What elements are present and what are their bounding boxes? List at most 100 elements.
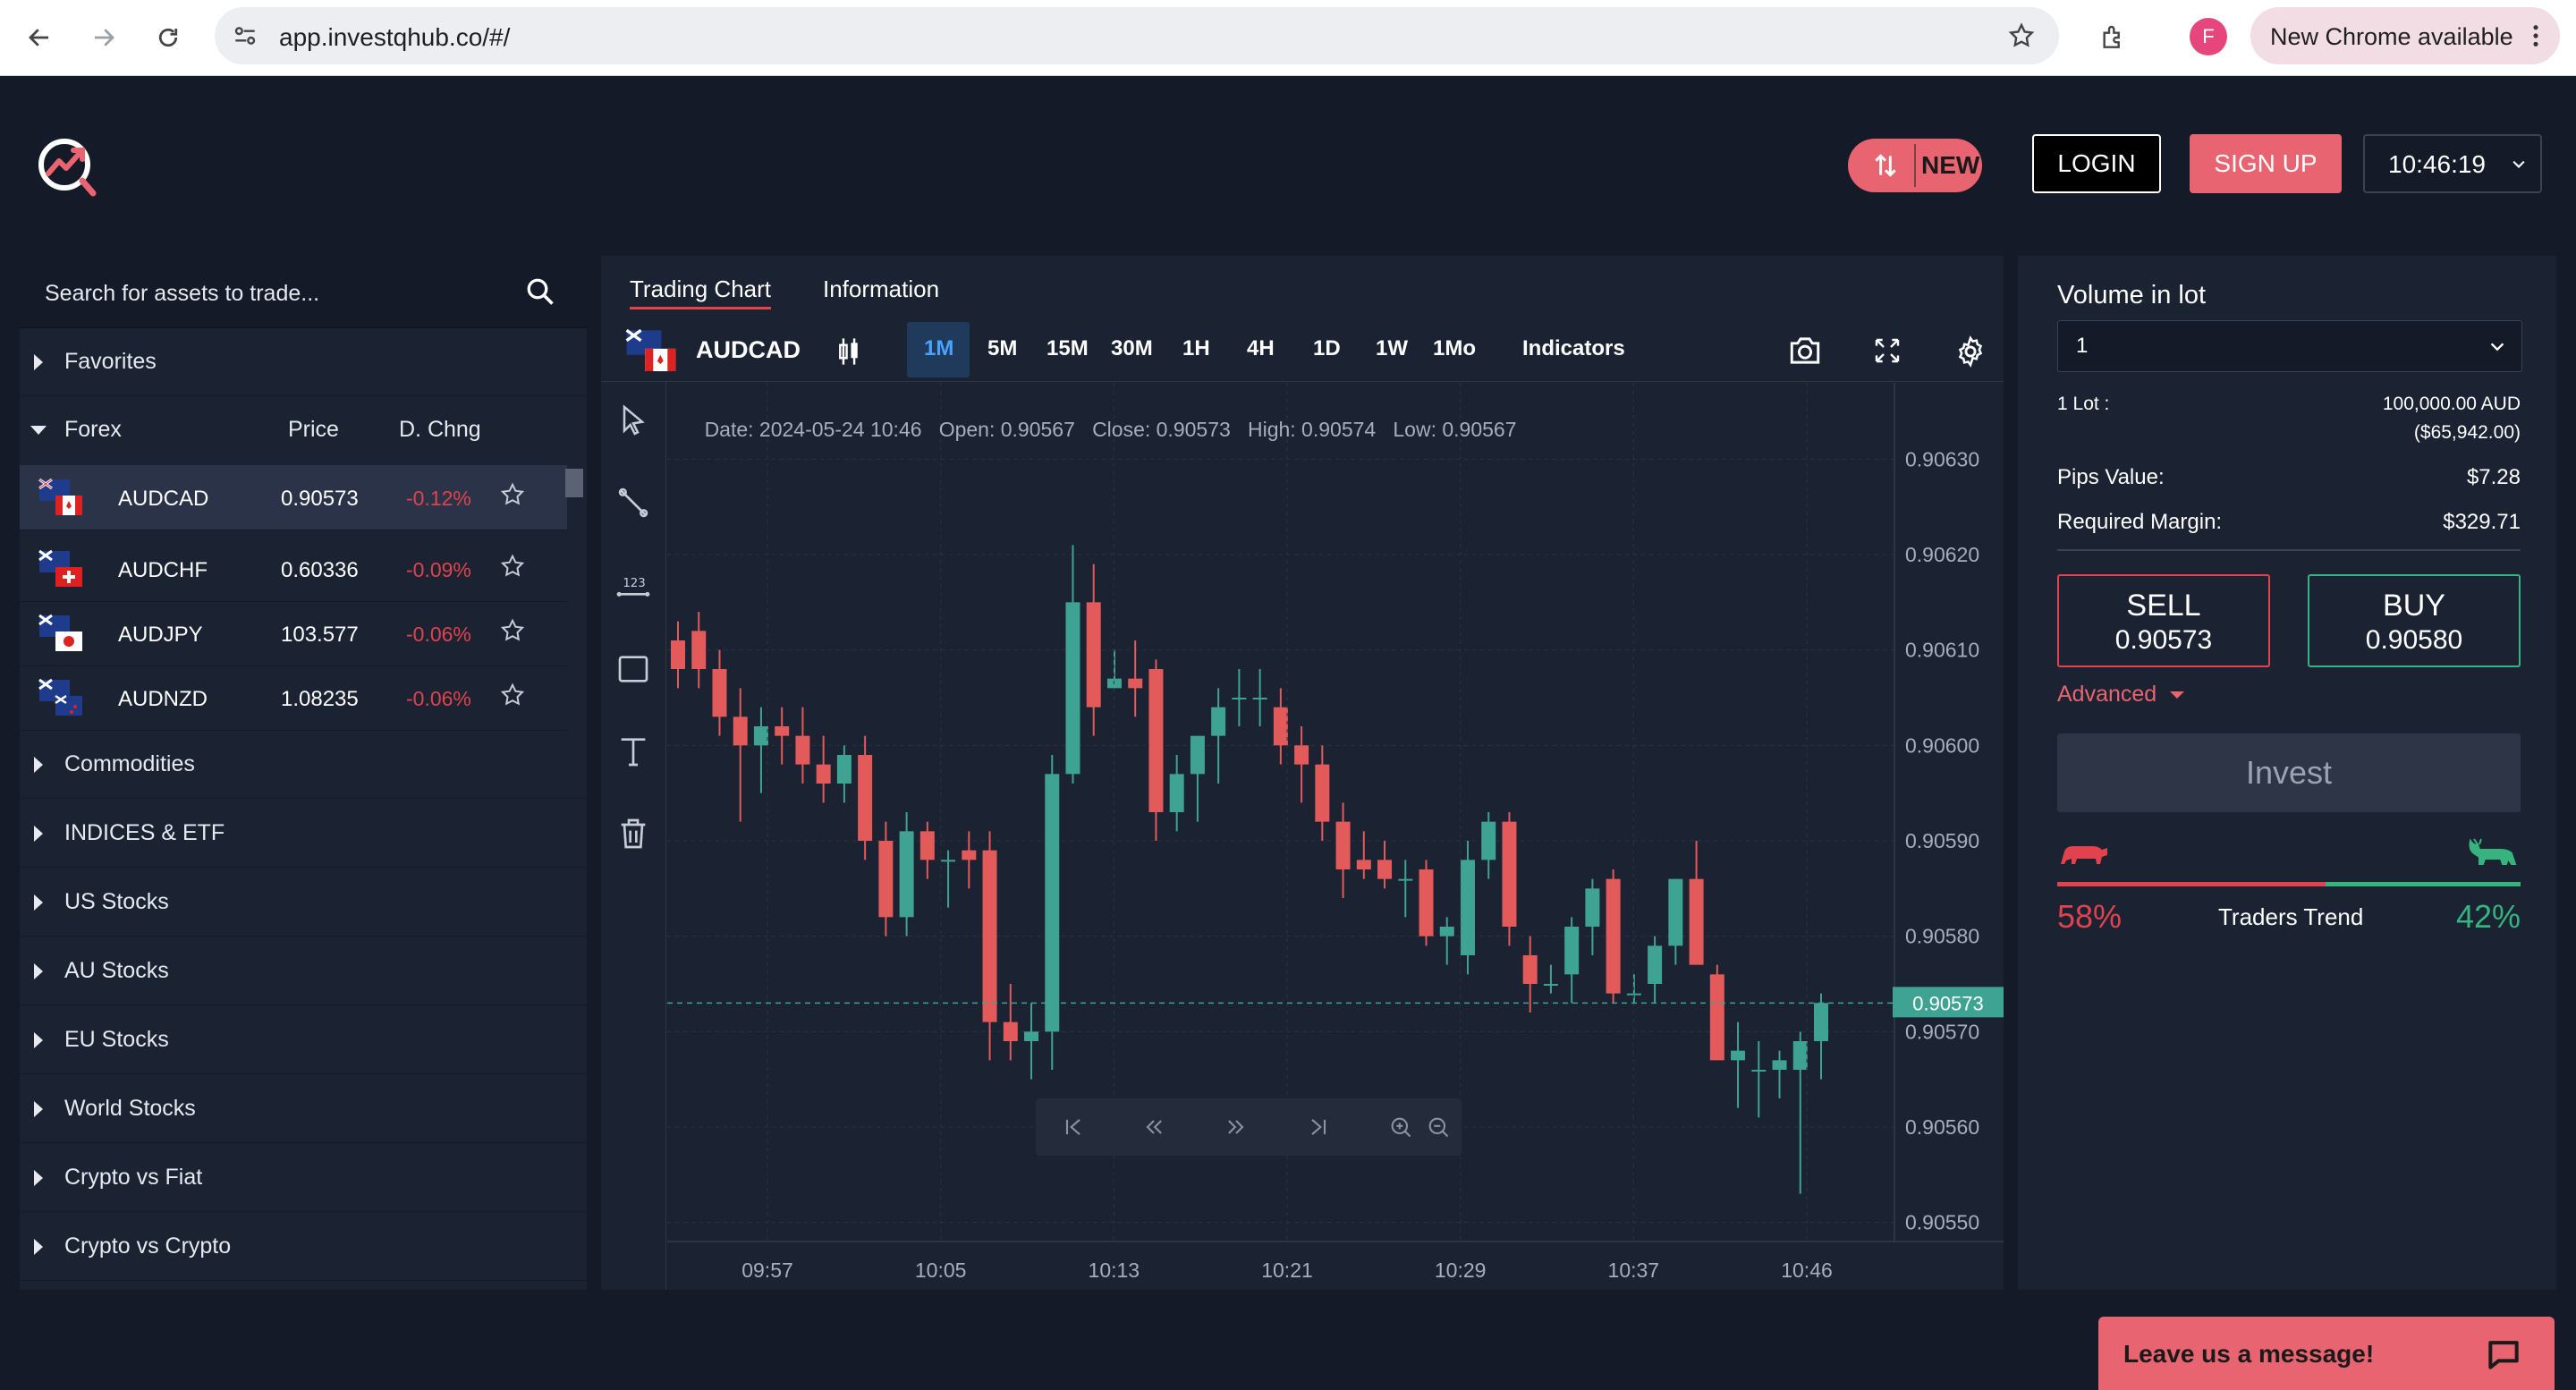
divider <box>2057 549 2521 551</box>
trash-icon[interactable] <box>615 816 651 852</box>
signup-button[interactable]: SIGN UP <box>2190 134 2342 193</box>
favorite-star-icon[interactable] <box>499 481 526 508</box>
sell-percent: 58% <box>2057 898 2123 935</box>
bear-icon <box>2061 846 2107 864</box>
volume-value: 1 <box>2076 334 2089 358</box>
current-price-label: 0.90573 <box>1912 992 1984 1014</box>
asset-search[interactable]: Search for assets to trade... <box>20 256 587 328</box>
cursor-pointer-icon[interactable] <box>615 403 651 438</box>
address-bar[interactable]: app.investqhub.co/#/ <box>215 7 2059 64</box>
asset-row-audcad[interactable]: AUDCAD 0.90573 -0.12% <box>20 465 567 530</box>
zoom-in-icon[interactable] <box>1388 1115 1413 1140</box>
clock-dropdown[interactable]: 10:46:19 <box>2363 134 2542 193</box>
x-tick-label: 09:57 <box>741 1259 793 1282</box>
timeframe-5m[interactable]: 5M <box>987 336 1017 361</box>
category-label: Favorites <box>64 349 157 374</box>
scrollbar[interactable] <box>565 469 583 497</box>
candle-body <box>1211 707 1226 736</box>
candle-body <box>1481 821 1496 860</box>
rectangle-tool-icon[interactable] <box>615 651 651 687</box>
scroll-right-icon[interactable] <box>1224 1115 1249 1140</box>
invest-button[interactable]: Invest <box>2057 733 2521 812</box>
drawing-tools: 123 <box>601 381 666 1290</box>
candle-body <box>1335 821 1351 869</box>
chat-widget[interactable]: Leave us a message! <box>2098 1317 2555 1390</box>
category-us-stocks[interactable]: US Stocks <box>20 868 587 937</box>
fullscreen-icon[interactable] <box>1873 336 1902 365</box>
favorite-star-icon[interactable] <box>499 553 526 580</box>
indicators-button[interactable]: Indicators <box>1522 336 1625 361</box>
category-indices-etf[interactable]: INDICES & ETF <box>20 799 587 868</box>
timeframe-4h[interactable]: 4H <box>1247 336 1275 361</box>
zoom-out-icon[interactable] <box>1426 1115 1451 1140</box>
price-label-icon[interactable]: 123 <box>615 569 651 605</box>
tab-trading-chart[interactable]: Trading Chart <box>630 275 771 309</box>
chart-symbol[interactable]: AUDCAD <box>696 336 801 364</box>
timeframe-1h[interactable]: 1H <box>1182 336 1210 361</box>
profile-avatar[interactable]: F <box>2190 18 2227 55</box>
category-crypto-vs-crypto[interactable]: Crypto vs Crypto <box>20 1212 587 1281</box>
ohlc-date: Date: 2024-05-24 10:46 <box>704 418 922 441</box>
tab-information[interactable]: Information <box>823 275 939 303</box>
advanced-toggle[interactable]: Advanced <box>2057 682 2186 708</box>
sell-button[interactable]: SELL 0.90573 <box>2057 574 2270 667</box>
candle-body <box>816 764 831 784</box>
buy-button[interactable]: BUY 0.90580 <box>2308 574 2521 667</box>
lot-label: 1 Lot : <box>2057 394 2110 414</box>
traders-trend-sell-bar <box>2057 882 2326 886</box>
timeframe-30m[interactable]: 30M <box>1111 336 1153 361</box>
camera-icon[interactable] <box>1787 335 1823 367</box>
new-chrome-available-button[interactable]: New Chrome available <box>2250 7 2560 64</box>
text-tool-icon[interactable] <box>615 733 651 769</box>
column-price: Price <box>288 417 339 442</box>
timeframe-1m[interactable]: 1M <box>924 336 953 361</box>
category-crypto-vs-fiat[interactable]: Crypto vs Fiat <box>20 1143 587 1212</box>
lot-value-usd: ($65,942.00) <box>2413 422 2521 443</box>
category-world-stocks[interactable]: World Stocks <box>20 1074 587 1143</box>
asset-row-audchf[interactable]: AUDCHF 0.60336 -0.09% <box>20 537 567 602</box>
go-to-end-icon[interactable] <box>1306 1115 1331 1140</box>
timeframe-1w[interactable]: 1W <box>1376 336 1408 361</box>
candlestick-type-icon[interactable] <box>835 336 862 367</box>
favorite-star-icon[interactable] <box>499 682 526 708</box>
go-to-start-icon[interactable] <box>1061 1115 1086 1140</box>
sell-price: 0.90573 <box>2114 625 2213 655</box>
asset-row-audjpy[interactable]: AUDJPY 103.577 -0.06% <box>20 601 567 666</box>
y-tick-label: 0.90600 <box>1905 733 1979 757</box>
candle-body <box>1232 698 1247 699</box>
timeframe-1d[interactable]: 1D <box>1313 336 1341 361</box>
candle-body <box>1065 602 1080 775</box>
candle-body <box>753 726 768 746</box>
category-forex[interactable]: Forex Price D. Chng <box>20 395 587 463</box>
candle-body <box>1709 974 1724 1061</box>
settings-gear-icon[interactable] <box>1953 335 1987 369</box>
category-favorites[interactable]: Favorites <box>20 327 587 396</box>
candle-body <box>899 831 914 918</box>
y-tick-label: 0.90630 <box>1905 447 1979 470</box>
extensions-icon[interactable] <box>2091 16 2134 59</box>
login-button[interactable]: LOGIN <box>2032 134 2161 193</box>
investqhub-logo-icon[interactable] <box>36 134 98 205</box>
forward-icon[interactable] <box>82 16 125 59</box>
site-info-icon[interactable] <box>231 21 259 55</box>
bookmark-star-icon[interactable] <box>2007 21 2036 55</box>
trend-line-icon[interactable] <box>615 485 651 521</box>
asset-row-audnzd[interactable]: AUDNZD 1.08235 -0.06% <box>20 665 567 731</box>
category-commodities[interactable]: Commodities <box>20 730 587 799</box>
timeframe-15m[interactable]: 15M <box>1046 336 1089 361</box>
candle-body <box>1356 860 1371 869</box>
more-menu-icon <box>2533 25 2538 47</box>
reload-icon[interactable] <box>147 16 190 59</box>
buy-label: BUY <box>2383 589 2445 623</box>
favorite-star-icon[interactable] <box>499 617 526 644</box>
timeframe-1mo[interactable]: 1Mo <box>1433 336 1476 361</box>
scroll-left-icon[interactable] <box>1141 1115 1166 1140</box>
search-input[interactable]: Search for assets to trade... <box>45 281 319 307</box>
volume-select[interactable]: 1 <box>2057 320 2522 372</box>
category-au-stocks[interactable]: AU Stocks <box>20 937 587 1005</box>
back-icon[interactable] <box>18 16 61 59</box>
category-eu-stocks[interactable]: EU Stocks <box>20 1005 587 1074</box>
new-feature-button[interactable]: NEW <box>1848 139 1982 192</box>
chat-bubble-icon[interactable] <box>2483 1335 2524 1374</box>
search-icon[interactable] <box>524 275 556 312</box>
